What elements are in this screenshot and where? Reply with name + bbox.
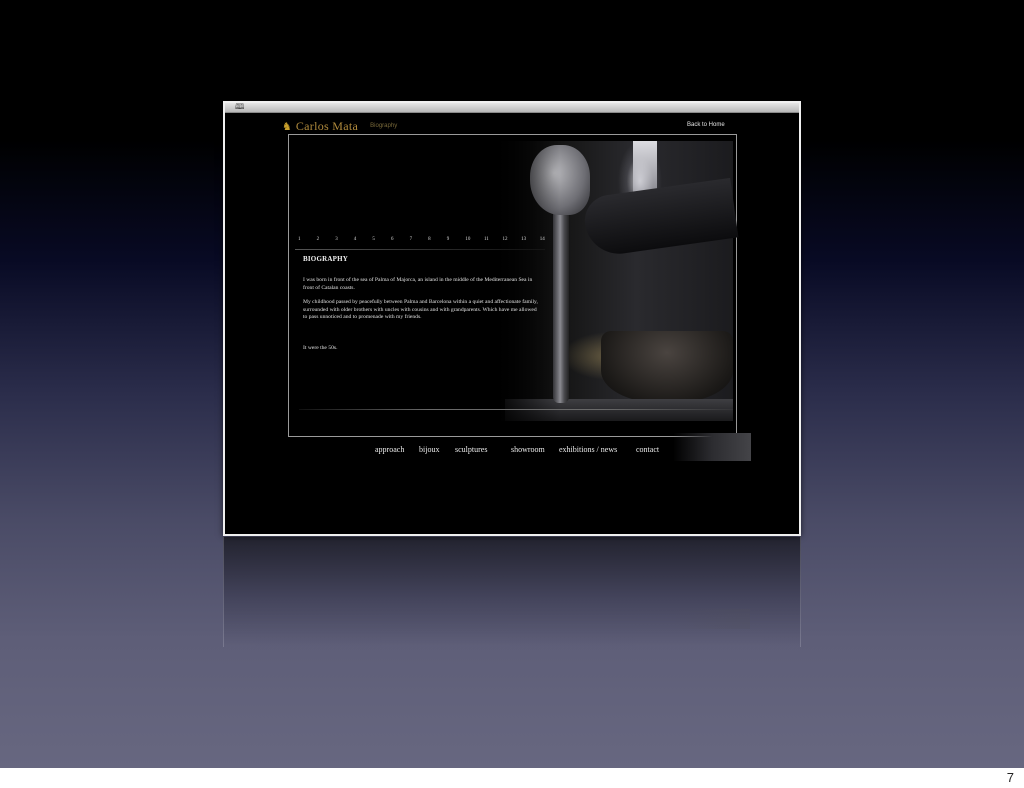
slide-page-number: 7 [1006, 770, 1014, 785]
book-icon: 🕮 [235, 102, 245, 111]
screenshot-window: 🕮 ♞ Carlos Mata Biography Back to Home 1 [223, 101, 801, 536]
page-link[interactable]: 9 [447, 237, 466, 242]
page-link[interactable]: 2 [317, 237, 336, 242]
photo-bowl [601, 331, 733, 403]
page-link[interactable]: 12 [503, 237, 522, 242]
reflection-nav [374, 609, 634, 619]
biography-paragraph: It were the 50s. [303, 345, 338, 351]
nav-bijoux[interactable]: bijoux [419, 445, 439, 454]
slide-background: 🕮 ♞ Carlos Mata Biography Back to Home 1 [0, 0, 1024, 768]
site-logo[interactable]: ♞ Carlos Mata Biography [282, 119, 397, 133]
page-link[interactable]: 1 [298, 237, 317, 242]
window-titlebar: 🕮 [225, 103, 799, 113]
page-link[interactable]: 6 [391, 237, 410, 242]
pagination: 1 2 3 4 5 6 7 8 9 10 11 12 13 14 [298, 237, 558, 242]
horse-icon: ♞ [282, 119, 292, 133]
window-reflection [223, 537, 801, 647]
page-link[interactable]: 11 [484, 237, 503, 242]
page-link[interactable]: 8 [428, 237, 447, 242]
section-label: Biography [370, 123, 398, 129]
nav-approach[interactable]: approach [375, 445, 404, 454]
page-link[interactable]: 10 [465, 237, 484, 242]
nav-exhibitions-news[interactable]: exhibitions / news [559, 445, 617, 454]
reflection-photo [672, 609, 750, 629]
page-link[interactable]: 4 [354, 237, 373, 242]
logo-text: Carlos Mata [295, 118, 359, 133]
content-divider [299, 409, 733, 410]
photo-overhang [673, 433, 751, 461]
nav-sculptures[interactable]: sculptures [455, 445, 487, 454]
nav-contact[interactable]: contact [636, 445, 659, 454]
biography-paragraph: I was born in front of the sea of Palma … [303, 277, 533, 291]
page-link[interactable]: 7 [410, 237, 429, 242]
page-link[interactable]: 3 [335, 237, 354, 242]
page-link[interactable]: 5 [372, 237, 391, 242]
pagination-divider [295, 249, 545, 250]
biography-heading: BIOGRAPHY [303, 255, 348, 263]
nav-showroom[interactable]: showroom [511, 445, 545, 454]
page-link[interactable]: 14 [540, 237, 559, 242]
biography-paragraph: My childhood passed by peacefully betwee… [303, 299, 538, 321]
website-viewport: ♞ Carlos Mata Biography Back to Home 1 2… [225, 113, 799, 534]
back-to-home-link[interactable]: Back to Home [687, 122, 725, 128]
page-link[interactable]: 13 [521, 237, 540, 242]
